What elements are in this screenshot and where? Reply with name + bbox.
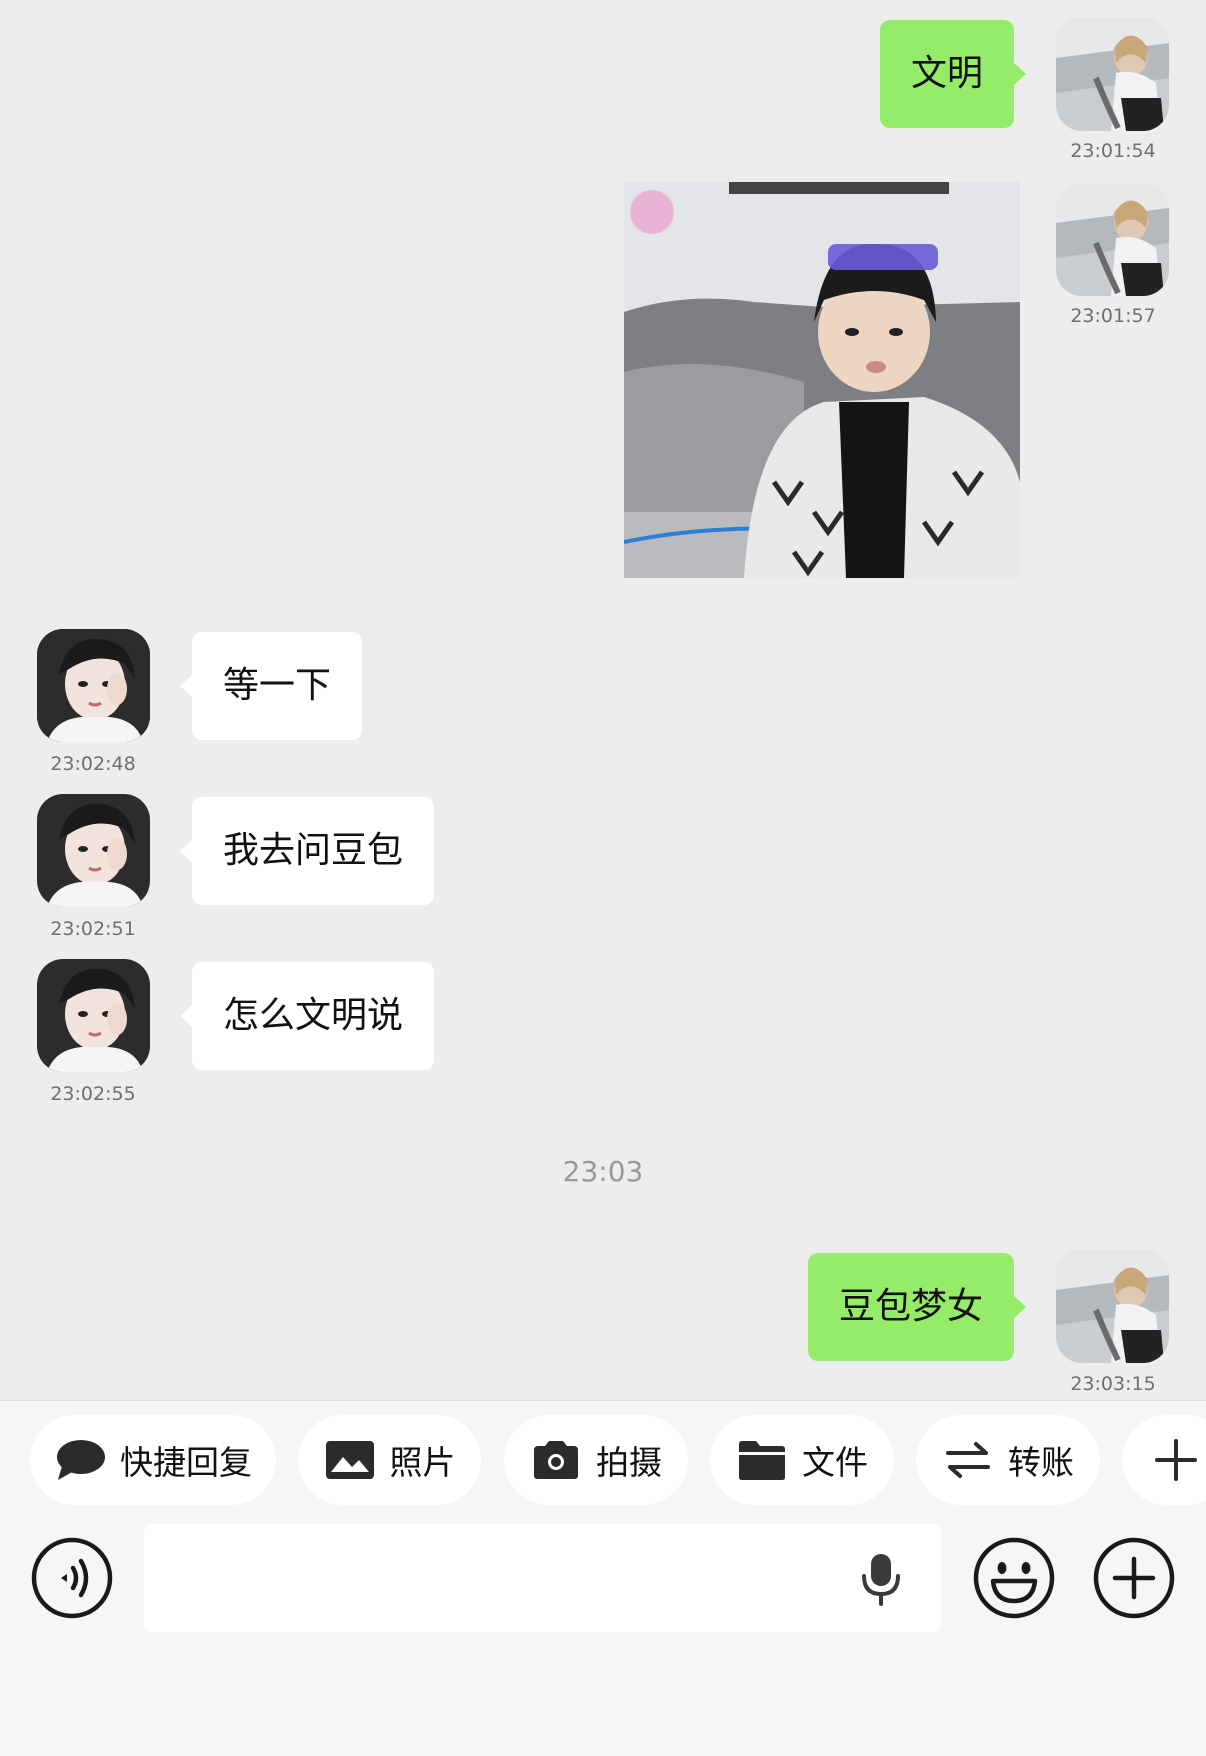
- message-input[interactable]: [144, 1524, 941, 1632]
- voice-icon: [31, 1537, 113, 1619]
- my-message-bubble[interactable]: 文明: [879, 20, 1027, 128]
- plus-icon: [1150, 1438, 1202, 1482]
- message-timestamp: 23:02:48: [50, 753, 136, 775]
- my-avatar[interactable]: [1056, 1250, 1169, 1363]
- message-timestamp: 23:03:15: [1070, 1373, 1156, 1395]
- photo-label: 照片: [389, 1443, 456, 1482]
- quick-reply-button[interactable]: 快捷回复: [30, 1415, 276, 1505]
- message-timestamp: 23:02:55: [50, 1083, 136, 1105]
- message-timestamp: 23:01:54: [1070, 140, 1156, 162]
- file-button[interactable]: 文件: [710, 1415, 894, 1505]
- microphone-icon[interactable]: [859, 1552, 903, 1606]
- transfer-arrows-icon: [942, 1438, 994, 1482]
- my-avatar[interactable]: [1056, 183, 1169, 296]
- camera-label: 拍摄: [596, 1443, 662, 1482]
- transfer-button[interactable]: 转账: [916, 1415, 1100, 1505]
- contact-avatar[interactable]: [37, 959, 150, 1072]
- image-icon: [324, 1438, 376, 1482]
- camera-icon: [530, 1438, 582, 1482]
- folder-icon: [736, 1438, 788, 1482]
- speech-bubble-icon: [54, 1438, 106, 1482]
- contact-avatar[interactable]: [37, 794, 150, 907]
- my-avatar[interactable]: [1056, 18, 1169, 131]
- time-divider: 23:03: [562, 1155, 644, 1188]
- contact-message-bubble[interactable]: 等一下: [179, 632, 363, 740]
- message-timestamp: 23:01:57: [1070, 305, 1156, 327]
- contact-avatar[interactable]: [37, 629, 150, 742]
- file-label: 文件: [802, 1443, 868, 1482]
- transfer-label: 转账: [1008, 1443, 1074, 1482]
- emoji-button[interactable]: [973, 1537, 1055, 1619]
- quick-reply-label: 快捷回复: [120, 1443, 252, 1482]
- contact-message-bubble[interactable]: 我去问豆包: [179, 797, 435, 905]
- image-message[interactable]: [624, 182, 1020, 578]
- smiley-icon: [973, 1537, 1055, 1619]
- more-actions-button[interactable]: [1122, 1415, 1206, 1505]
- camera-button[interactable]: 拍摄: [504, 1415, 688, 1505]
- contact-message-bubble[interactable]: 怎么文明说: [179, 962, 435, 1070]
- circle-plus-icon: [1093, 1537, 1175, 1619]
- more-button[interactable]: [1093, 1537, 1175, 1619]
- my-message-bubble[interactable]: 豆包梦女: [807, 1253, 1027, 1361]
- chat-area[interactable]: 文明 23:01:54 23:01:57 等一下 23:02:48 我去问豆包 …: [0, 0, 1206, 1400]
- message-timestamp: 23:02:51: [50, 918, 136, 940]
- photo-button[interactable]: 照片: [298, 1415, 481, 1505]
- voice-toggle-button[interactable]: [31, 1537, 113, 1619]
